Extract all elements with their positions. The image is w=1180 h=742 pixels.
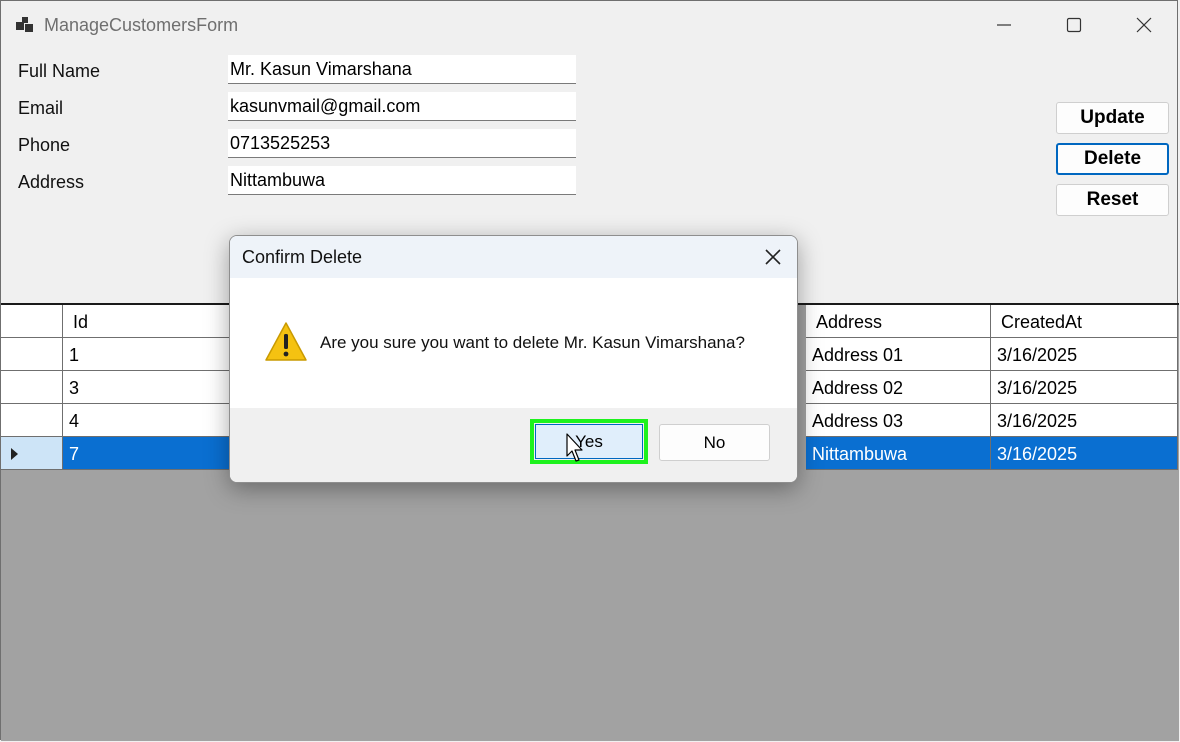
- dialog-title: Confirm Delete: [242, 247, 363, 267]
- confirm-delete-dialog: Confirm Delete Are you sure you want to …: [229, 235, 798, 483]
- column-header-address[interactable]: Address: [806, 305, 991, 338]
- row-header[interactable]: [1, 371, 63, 404]
- update-button[interactable]: Update: [1056, 102, 1169, 134]
- cell-id[interactable]: 7: [63, 437, 243, 470]
- cell-createdat[interactable]: 3/16/2025: [991, 404, 1178, 437]
- cell-id[interactable]: 4: [63, 404, 243, 437]
- cell-createdat[interactable]: 3/16/2025: [991, 338, 1178, 371]
- cell-address[interactable]: Nittambuwa: [806, 437, 991, 470]
- row-header[interactable]: [1, 338, 63, 371]
- row-header[interactable]: [1, 404, 63, 437]
- cell-address[interactable]: Address 02: [806, 371, 991, 404]
- dialog-message: Are you sure you want to delete Mr. Kasu…: [320, 333, 745, 352]
- maximize-button[interactable]: [1039, 1, 1109, 49]
- cell-id[interactable]: 1: [63, 338, 243, 371]
- address-input[interactable]: Nittambuwa: [228, 166, 576, 195]
- delete-button[interactable]: Delete: [1056, 143, 1169, 175]
- cell-address[interactable]: Address 03: [806, 404, 991, 437]
- cell-createdat[interactable]: 3/16/2025: [991, 437, 1178, 470]
- cell-address[interactable]: Address 01: [806, 338, 991, 371]
- phone-label: Phone: [18, 135, 71, 155]
- close-icon: [1136, 17, 1152, 33]
- row-header-corner: [1, 305, 63, 338]
- full-name-input[interactable]: Mr. Kasun Vimarshana: [228, 55, 576, 84]
- row-header-current[interactable]: [1, 437, 63, 470]
- phone-input[interactable]: 0713525253: [228, 129, 576, 158]
- column-header-createdat[interactable]: CreatedAt: [991, 305, 1178, 338]
- reset-button[interactable]: Reset: [1056, 184, 1169, 216]
- dialog-title-bar: Confirm Delete: [230, 236, 797, 278]
- maximize-icon: [1066, 17, 1082, 33]
- yes-button[interactable]: Yes: [535, 424, 643, 459]
- app-icon: [16, 17, 33, 32]
- window-title: ManageCustomersForm: [44, 15, 239, 35]
- dialog-footer: No: [230, 408, 797, 482]
- email-input[interactable]: kasunvmail@gmail.com: [228, 92, 576, 121]
- cell-createdat[interactable]: 3/16/2025: [991, 371, 1178, 404]
- title-bar: ManageCustomersForm: [1, 1, 1177, 49]
- close-button[interactable]: [1109, 1, 1179, 49]
- minimize-icon: [997, 24, 1011, 26]
- column-header-id[interactable]: Id: [63, 305, 243, 338]
- dialog-close-icon[interactable]: [763, 247, 783, 267]
- full-name-label: Full Name: [18, 61, 101, 81]
- email-label: Email: [18, 98, 64, 118]
- mouse-cursor-icon: [566, 433, 583, 462]
- current-row-arrow-icon: [11, 448, 18, 460]
- warning-icon: [265, 322, 307, 361]
- cell-id[interactable]: 3: [63, 371, 243, 404]
- minimize-button[interactable]: [969, 1, 1039, 49]
- no-button[interactable]: No: [659, 424, 770, 461]
- address-label: Address: [18, 172, 85, 192]
